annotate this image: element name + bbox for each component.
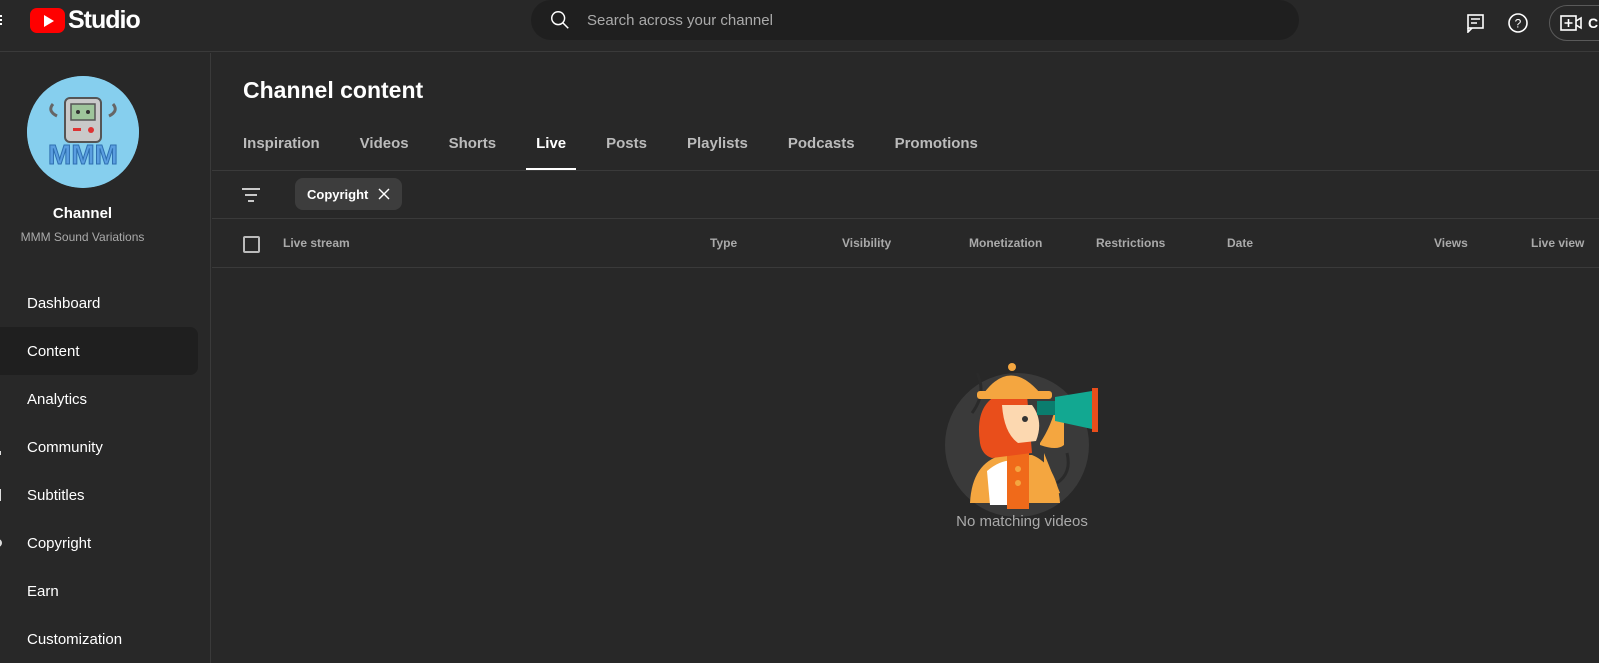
search-input[interactable] <box>587 0 1247 40</box>
feedback-icon <box>1467 14 1484 33</box>
channel-avatar[interactable]: MMM <box>27 76 139 188</box>
filter-chip-copyright[interactable]: Copyright <box>295 178 403 210</box>
filter-bar: Copyright <box>212 171 1599 219</box>
sidebar-item-earn[interactable]: Earn <box>0 567 198 615</box>
sidebar-item-label: Subtitles <box>27 486 85 504</box>
close-icon[interactable] <box>378 188 390 200</box>
create-video-icon <box>1560 15 1582 31</box>
filter-chip-label: Copyright <box>307 186 369 202</box>
sidebar-item-label: Copyright <box>27 534 92 552</box>
copyright-icon <box>0 539 2 547</box>
column-restrictions[interactable]: Restrictions <box>1096 236 1165 250</box>
avatar-image: MMM <box>27 76 139 188</box>
search-icon[interactable] <box>549 9 571 31</box>
column-monetization[interactable]: Monetization <box>969 236 1042 250</box>
sidebar-item-community[interactable]: Community <box>0 423 198 471</box>
channel-name[interactable]: MMM Sound Variations <box>0 230 165 244</box>
tab-videos[interactable]: Videos <box>360 116 409 170</box>
select-all-checkbox[interactable] <box>243 236 260 253</box>
sidebar-item-copyright[interactable]: Copyright <box>0 519 198 567</box>
sidebar-item-label: Dashboard <box>27 294 101 312</box>
avatar-text: MMM <box>48 139 118 170</box>
help-icon: ? <box>1508 13 1528 33</box>
sidebar-item-content[interactable]: Content <box>0 327 198 375</box>
sidebar-item-customization[interactable]: Customization <box>0 615 198 663</box>
sidebar-nav: Dashboard Content Analytics Community Su… <box>0 279 198 663</box>
create-button[interactable]: Cr <box>1549 5 1599 41</box>
empty-state-message: No matching videos <box>956 513 1088 530</box>
create-label: Cr <box>1588 15 1599 31</box>
studio-logo[interactable]: Studio <box>30 6 141 35</box>
column-visibility[interactable]: Visibility <box>842 236 891 250</box>
column-views[interactable]: Views <box>1434 236 1468 250</box>
sidebar-item-label: Community <box>27 438 103 456</box>
empty-state-illustration <box>945 363 1098 517</box>
sidebar-item-label: Analytics <box>27 390 88 408</box>
tab-podcasts[interactable]: Podcasts <box>788 116 855 170</box>
search-bar <box>531 0 1299 40</box>
feedback-button[interactable] <box>1457 4 1495 42</box>
top-bar: Studio ? Cr <box>0 0 1599 52</box>
sidebar-item-analytics[interactable]: Analytics <box>0 375 198 423</box>
tab-posts[interactable]: Posts <box>606 116 647 170</box>
subtitles-icon <box>0 489 1 501</box>
hamburger-menu-icon[interactable] <box>0 12 6 28</box>
page-title: Channel content <box>243 77 424 103</box>
content-tabs: Inspiration Videos Shorts Live Posts Pla… <box>243 116 1018 170</box>
sidebar-item-label: Earn <box>27 582 59 600</box>
youtube-play-icon <box>30 8 65 33</box>
table-header: Live stream Type Visibility Monetization… <box>212 220 1599 268</box>
tab-shorts[interactable]: Shorts <box>449 116 497 170</box>
sidebar-item-subtitles[interactable]: Subtitles <box>0 471 198 519</box>
column-live-viewers[interactable]: Live view <box>1531 236 1599 250</box>
logo-text: Studio <box>68 6 141 34</box>
help-button[interactable]: ? <box>1499 4 1537 42</box>
sidebar-item-label: Content <box>27 342 80 360</box>
top-right-actions: ? Cr <box>1457 4 1599 42</box>
community-icon <box>0 451 1 455</box>
column-type[interactable]: Type <box>710 236 737 250</box>
main-content: Channel content Inspiration Videos Short… <box>212 53 1599 663</box>
sidebar-item-dashboard[interactable]: Dashboard <box>0 279 198 327</box>
filter-icon[interactable] <box>241 185 261 205</box>
sidebar: MMM Channel MMM Sound Variations Dashboa… <box>0 53 211 663</box>
channel-title: Channel <box>52 205 113 222</box>
tab-live[interactable]: Live <box>526 116 577 170</box>
column-live-stream[interactable]: Live stream <box>283 236 350 250</box>
tab-promotions[interactable]: Promotions <box>895 116 978 170</box>
svg-text:?: ? <box>1515 17 1522 31</box>
tab-inspiration[interactable]: Inspiration <box>243 116 320 170</box>
tab-playlists[interactable]: Playlists <box>687 116 748 170</box>
column-date[interactable]: Date <box>1227 236 1253 250</box>
sidebar-item-label: Customization <box>27 630 123 648</box>
